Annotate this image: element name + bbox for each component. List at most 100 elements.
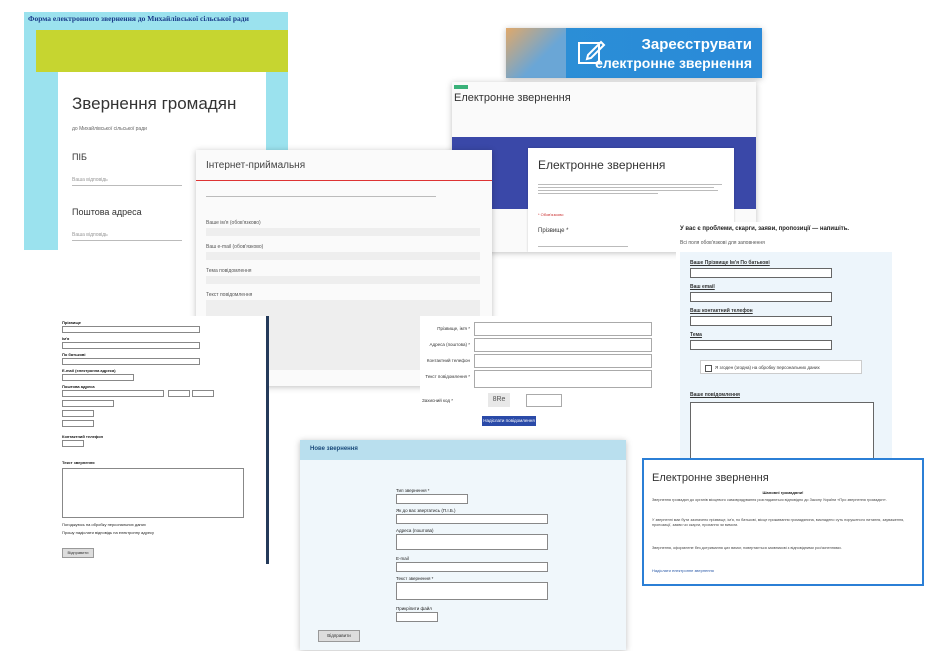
email-input[interactable]: [206, 252, 480, 260]
consent-checkbox[interactable]: Я згоден (згодна) на обробку персональни…: [700, 360, 862, 374]
field-label: Ваше Прізвище Ім'я По батькові: [690, 260, 770, 266]
subject-input[interactable]: [206, 276, 480, 284]
submit-button[interactable]: Відправити: [62, 548, 94, 558]
form-hint: Всі поля обов'язкові для заповнення: [680, 240, 765, 246]
form-body: Ваше Прізвище Ім'я По батькові Ваш email…: [680, 252, 892, 460]
form-title: Нове звернення: [310, 446, 358, 452]
field-label: Текст повідомлення: [206, 292, 253, 298]
field-label: Як до вас звертатись (П.І.Б.): [396, 508, 456, 513]
captcha-label: Захисний код *: [422, 398, 454, 403]
street-input[interactable]: [62, 390, 164, 397]
name-input[interactable]: [206, 228, 480, 236]
house-input[interactable]: [168, 390, 190, 397]
form-panel: Прізвище, ім'я * Адреса (поштова) * Конт…: [420, 316, 658, 432]
form-title: Електронне звернення: [538, 158, 666, 172]
fullname-input[interactable]: [396, 514, 548, 524]
field-label: Тема повідомлення: [206, 268, 252, 274]
form-row: Текст повідомлення *: [420, 370, 656, 388]
form-header: Форма електронного звернення до Михайлів…: [28, 14, 249, 23]
form-title: Звернення громадян: [72, 94, 237, 113]
appeal-type-select[interactable]: [396, 494, 468, 504]
consent-label: Я згоден (згодна) на обробку персональни…: [715, 365, 820, 370]
captcha-image: 8Re: [488, 393, 510, 407]
city-input[interactable]: [62, 400, 114, 407]
category-tag: [454, 85, 468, 89]
phone-input[interactable]: [690, 316, 832, 326]
field-label: Контактний телефон: [62, 434, 104, 439]
patronymic-input[interactable]: [62, 358, 200, 365]
field-label: Текст звернення: [62, 460, 95, 465]
field-label: Прізвище, ім'я *: [437, 326, 470, 331]
form-question: У вас є проблеми, скарги, заяви, пропози…: [680, 226, 850, 232]
banner-image: [506, 28, 566, 78]
address-input[interactable]: [396, 534, 548, 550]
email-input[interactable]: [396, 562, 548, 572]
form-card-new-appeal: Нове звернення Тип звернення * Як до вас…: [300, 440, 626, 650]
form-description: [538, 182, 724, 196]
phone-input[interactable]: [474, 354, 652, 368]
form-row: Адреса (поштова) *: [420, 338, 656, 352]
field-label: Ваше ім'я (обов'язково): [206, 220, 261, 226]
field-label: Прізвище: [62, 320, 81, 325]
file-input[interactable]: [396, 612, 438, 622]
paragraph: У зверненні має бути зазначено прізвище,…: [652, 518, 905, 527]
field-label: E-mail: [396, 556, 409, 561]
surname-input[interactable]: [62, 326, 200, 333]
submit-button[interactable]: Надіслати повідомлення: [482, 416, 536, 426]
form-card-dense: Прізвище Ім'я По батькові E-mail (електр…: [58, 316, 269, 564]
field-label-surname: Прізвище *: [538, 228, 569, 234]
email-input[interactable]: [690, 292, 832, 302]
field-label: Тип звернення *: [396, 488, 430, 493]
field-label: Прикріпити файл: [396, 606, 432, 611]
form-card-feedback: У вас є проблеми, скарги, заяви, пропози…: [676, 222, 894, 460]
subject-input[interactable]: [690, 340, 832, 350]
name-input[interactable]: Ваша відповідь: [72, 177, 108, 183]
message-textarea[interactable]: [62, 468, 244, 518]
page-title: Електронне звернення: [454, 92, 571, 104]
field-label: По батькові: [62, 352, 86, 357]
field-label: Тема: [690, 332, 702, 338]
send-appeal-link[interactable]: Надіслати електронне звернення: [652, 568, 714, 573]
firstname-input[interactable]: [62, 342, 200, 349]
field-label-name: ПІБ: [72, 152, 87, 162]
region-input[interactable]: [62, 410, 94, 417]
captcha-input[interactable]: [526, 394, 562, 407]
register-appeal-banner[interactable]: Зареєструвати електронне звернення: [506, 28, 762, 78]
form-intro: [206, 194, 436, 197]
submit-button[interactable]: Відправити: [318, 630, 360, 642]
phone-input[interactable]: [62, 440, 84, 447]
field-label-address: Поштова адреса: [72, 207, 142, 217]
field-label: Ваш e-mail (обов'язково): [206, 244, 264, 250]
name-input[interactable]: [474, 322, 652, 336]
form-subtitle: до Михайлівської сільської ради: [72, 126, 147, 132]
message-textarea[interactable]: [690, 402, 874, 460]
address-input[interactable]: [474, 338, 652, 352]
card-title: Електронне звернення: [652, 472, 769, 484]
message-input[interactable]: [396, 582, 548, 600]
info-card-electronic-appeal: Електронне звернення Шановні громадяни! …: [642, 458, 924, 586]
flat-input[interactable]: [192, 390, 214, 397]
message-input[interactable]: [474, 370, 652, 388]
email-input[interactable]: [62, 374, 134, 381]
form-row: Контактний телефон: [420, 354, 656, 368]
field-label: Текст звернення *: [396, 576, 434, 581]
required-note: * Обов'язково: [538, 212, 564, 217]
checkbox-icon[interactable]: [705, 365, 712, 372]
field-label: Ім'я: [62, 336, 70, 341]
field-label: Контактний телефон: [426, 358, 470, 363]
banner-line1: Зареєструвати: [641, 36, 752, 53]
address-input[interactable]: Ваша відповідь: [72, 232, 108, 238]
card-subtitle: Шановні громадяни!: [762, 490, 804, 495]
fullname-input[interactable]: [690, 268, 832, 278]
reply-email-checkbox[interactable]: Прошу надіслати відповідь на електронну …: [62, 530, 154, 535]
form-row: Прізвище, ім'я *: [420, 322, 656, 336]
consent-checkbox[interactable]: Погоджуюсь на обробку персональних даних: [62, 522, 146, 527]
form-title: Інтернет-приймальня: [206, 160, 306, 171]
title-underline: [196, 180, 492, 181]
field-label: Текст повідомлення *: [425, 374, 470, 379]
field-label: Ваш email: [690, 284, 715, 290]
field-label: Поштова адреса: [62, 384, 95, 389]
paragraph: Звернення громадян до органів місцевого …: [652, 498, 887, 502]
field-label: Адреса (поштова): [396, 528, 434, 533]
zip-input[interactable]: [62, 420, 94, 427]
